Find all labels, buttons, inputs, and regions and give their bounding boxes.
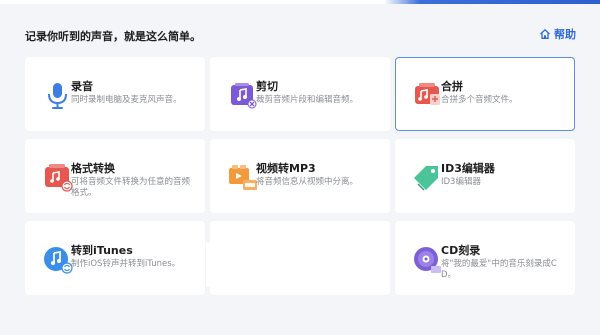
card-title: 合拼 [441,80,463,93]
card-record[interactable]: 录音 同时录制电脑及麦克风声音。 [25,57,205,131]
card-merge[interactable]: 合拼 合拼多个音频文件。 [395,57,575,131]
music-scissors-icon [231,83,257,109]
card-id3-editor[interactable]: ID3编辑器 ID3编辑器 [395,139,575,213]
card-to-itunes[interactable]: 转到iTunes 制作iOS铃声并转到iTunes。 [25,221,205,295]
itunes-icon [44,247,73,274]
convert-audio-icon [45,164,73,192]
card-description: 可将音频文件转换为任意的音频格式。 [71,177,191,198]
merge-audio-icon [415,83,440,105]
tagline: 记录你听到的声音，就是这么简单。 [25,30,201,43]
card-description: ID3编辑器 [441,177,481,187]
card-description: 将"我的最爱"中的音乐刻录成CD。 [441,259,557,280]
card-description: 将音频信息从视频中分离。 [256,177,359,187]
header: 记录你听到的声音，就是这么简单。 帮助 [0,4,600,54]
card-title: CD刻录 [441,244,481,257]
card-title: 视频转MP3 [256,162,316,175]
help-label: 帮助 [554,28,576,41]
microphone-icon [48,83,67,109]
card-description: 同时录制电脑及麦克风声音。 [71,95,182,105]
card-description: 合拼多个音频文件。 [441,95,518,105]
card-description: 制作iOS铃声并转到iTunes。 [71,259,181,269]
card-title: 录音 [71,80,93,93]
card-title: ID3编辑器 [441,162,495,175]
video-to-mp3-icon [229,165,257,190]
cd-burn-icon [414,247,441,273]
card-format-convert[interactable]: 格式转换 可将音频文件转换为任意的音频格式。 [25,139,205,213]
card-video-to-mp3[interactable]: 视频转MP3 将音频信息从视频中分离。 [210,139,390,213]
blank-overlay [206,243,317,287]
card-cut[interactable]: 剪切 裁剪音频片段和编辑音频。 [210,57,390,131]
card-title: 格式转换 [71,162,115,175]
help-button[interactable]: 帮助 [539,26,576,42]
tag-icon [414,166,438,191]
card-title: 转到iTunes [71,244,133,257]
card-description: 裁剪音频片段和编辑音频。 [256,95,359,105]
card-title: 剪切 [256,80,278,93]
card-cd-burn[interactable]: CD刻录 将"我的最爱"中的音乐刻录成CD。 [395,221,575,295]
home-help-icon [540,28,550,39]
